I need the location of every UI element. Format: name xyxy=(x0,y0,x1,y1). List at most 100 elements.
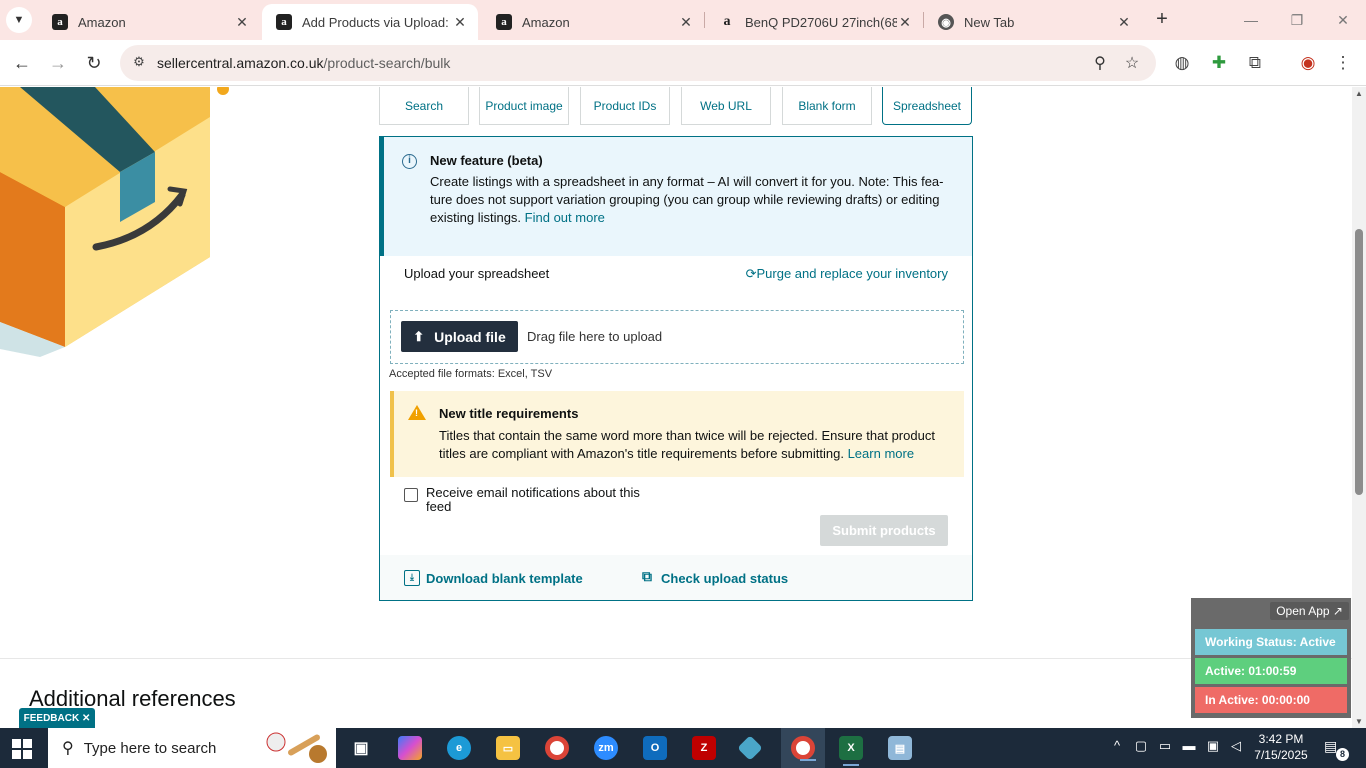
taskbar-clock[interactable]: 3:42 PM 7/15/2025 xyxy=(1248,731,1314,763)
open-app-button[interactable]: Open App ↗ xyxy=(1270,602,1349,620)
method-tab-web-url[interactable]: Web URL xyxy=(681,87,771,125)
reload-icon[interactable]: ↻ xyxy=(82,51,106,75)
tab-search-chevron-icon[interactable]: ▼ xyxy=(6,7,32,33)
submit-products-button[interactable]: Submit products xyxy=(820,515,948,546)
close-icon[interactable]: ✕ xyxy=(897,14,913,31)
amazon-icon: a xyxy=(496,14,512,30)
method-tab-search[interactable]: Search xyxy=(379,87,469,125)
scrollbar-thumb[interactable] xyxy=(1355,229,1363,495)
notes-app-icon[interactable]: ▤ xyxy=(888,736,912,760)
clock-date: 7/15/2025 xyxy=(1254,748,1308,762)
baseball-search-highlight-icon xyxy=(266,732,327,763)
window-close-icon[interactable]: ✕ xyxy=(1328,8,1358,32)
browser-tab-active[interactable]: a Add Products via Upload: Up ✕ xyxy=(262,4,478,40)
method-tab-blank-form[interactable]: Blank form xyxy=(782,87,872,125)
file-dropzone[interactable]: ⬆ Upload file Drag file here to upload xyxy=(390,310,964,364)
info-title: New feature (beta) xyxy=(430,153,543,168)
scroll-up-icon[interactable]: ▲ xyxy=(1355,89,1363,98)
method-tab-label: Blank form xyxy=(798,98,856,113)
active-time-row: Active: 01:00:59 xyxy=(1195,658,1347,684)
time-tracker-widget: Open App ↗ Working Status: Active Active… xyxy=(1191,598,1351,718)
method-tab-label: Product image xyxy=(485,98,563,113)
amazon-icon: a xyxy=(276,14,292,30)
tab-title: New Tab xyxy=(964,14,1015,30)
check-upload-status-link[interactable]: ⧉ Check upload status xyxy=(639,569,788,586)
download-template-label: Download blank template xyxy=(426,570,583,586)
accepted-formats: Accepted file formats: Excel, TSV xyxy=(389,368,553,380)
notification-center-icon[interactable]: ▤ 8 xyxy=(1324,738,1349,761)
meet-now-icon[interactable]: ▢ xyxy=(1131,738,1151,754)
purge-replace-link[interactable]: ⟳Purge and replace your inventory xyxy=(746,266,948,282)
url-text[interactable]: sellercentral.amazon.co.uk/product-searc… xyxy=(157,55,450,71)
browser-tab[interactable]: ◉ New Tab ✕ xyxy=(924,4,1142,40)
extensions-puzzle-icon[interactable]: ⧉ xyxy=(1243,51,1267,75)
translate-globe-icon[interactable]: ◍ xyxy=(1170,51,1194,75)
zoom-icon[interactable]: ⚲ xyxy=(1090,53,1110,73)
forward-arrow-icon[interactable]: → xyxy=(46,51,70,75)
info-icon: i xyxy=(402,154,417,169)
task-view-icon[interactable]: ▣ xyxy=(349,736,373,760)
filezilla-icon[interactable]: Z xyxy=(692,736,716,760)
address-bar[interactable]: ⚙ sellercentral.amazon.co.uk/product-sea… xyxy=(120,45,1156,81)
close-icon[interactable]: ✕ xyxy=(1116,14,1132,31)
method-tab-product-ids[interactable]: Product IDs xyxy=(580,87,670,125)
excel-icon[interactable]: X xyxy=(839,736,863,766)
minimize-icon[interactable]: — xyxy=(1236,8,1266,32)
app-diamond-icon[interactable] xyxy=(737,735,763,761)
more-menu-icon[interactable]: ⋮ xyxy=(1331,51,1355,75)
close-icon[interactable]: ✕ xyxy=(452,14,468,31)
profile-avatar-icon[interactable]: ◉ xyxy=(1296,51,1320,75)
upload-file-button[interactable]: ⬆ Upload file xyxy=(401,321,518,352)
warning-message: Titles that contain the same word more t… xyxy=(439,427,949,463)
show-hidden-icons-chevron-icon[interactable]: ^ xyxy=(1107,738,1127,753)
learn-more-link[interactable]: Learn more xyxy=(848,446,914,461)
battery-icon[interactable]: ▬ xyxy=(1179,738,1199,753)
outlook-icon[interactable]: O xyxy=(643,736,667,760)
back-arrow-icon[interactable]: ← xyxy=(10,51,34,75)
file-explorer-icon[interactable]: ▭ xyxy=(496,736,520,760)
download-template-link[interactable]: ⤓ Download blank template xyxy=(404,570,583,586)
warning-icon: ! xyxy=(408,405,426,420)
feedback-label: FEEDBACK xyxy=(23,712,80,724)
close-icon[interactable]: ✕ xyxy=(234,14,250,31)
edge-icon[interactable]: e xyxy=(447,736,471,760)
email-notification-label[interactable]: Receive email notifications about this f… xyxy=(426,486,656,514)
volume-muted-icon[interactable]: ◁ xyxy=(1226,738,1246,754)
bookmark-star-icon[interactable]: ☆ xyxy=(1122,53,1142,73)
chrome-icon[interactable] xyxy=(545,736,569,760)
copilot-icon[interactable] xyxy=(398,736,422,760)
working-status-row: Working Status: Active xyxy=(1195,629,1347,655)
page-scrollbar[interactable]: ▲ ▼ xyxy=(1352,87,1366,728)
new-tab-plus-icon[interactable]: + xyxy=(1150,8,1174,32)
card-footer: ⤓ Download blank template ⧉ Check upload… xyxy=(380,555,972,600)
extension-plus-icon[interactable]: ✚ xyxy=(1207,51,1231,75)
spreadsheet-upload-card: i New feature (beta) Create listings wit… xyxy=(379,136,973,601)
chrome-profile-icon[interactable] xyxy=(791,736,816,761)
method-tab-product-image[interactable]: Product image xyxy=(479,87,569,125)
email-notification-checkbox[interactable] xyxy=(404,488,418,502)
close-icon[interactable]: ✕ xyxy=(678,14,694,31)
method-tab-label: Web URL xyxy=(700,98,752,113)
display-icon[interactable]: ▭ xyxy=(1155,738,1175,754)
browser-tab[interactable]: a Amazon ✕ xyxy=(38,4,260,40)
upload-button-label: Upload file xyxy=(434,328,506,345)
zoom-app-icon[interactable]: zm xyxy=(594,736,618,760)
find-out-more-link[interactable]: Find out more xyxy=(525,210,605,225)
info-message-text: Create listings with a spreadsheet in an… xyxy=(430,174,944,225)
address-toolbar: ← → ↻ ⚙ sellercentral.amazon.co.uk/produ… xyxy=(0,40,1366,86)
feedback-tab[interactable]: FEEDBACK ✕ xyxy=(19,708,95,728)
section-divider xyxy=(0,658,1352,659)
taskbar-search[interactable]: ⚲ Type here to search xyxy=(48,728,336,768)
browser-tab[interactable]: a Amazon ✕ xyxy=(482,4,704,40)
windows-start-icon[interactable] xyxy=(12,739,32,759)
network-icon[interactable]: ▣ xyxy=(1203,738,1223,754)
beta-info-alert: i New feature (beta) Create listings wit… xyxy=(380,137,972,256)
close-icon[interactable]: ✕ xyxy=(82,713,90,724)
inactive-time-row: In Active: 00:00:00 xyxy=(1195,687,1347,713)
restore-icon[interactable]: ❐ xyxy=(1282,8,1312,32)
site-settings-icon[interactable]: ⚙ xyxy=(130,54,148,72)
browser-tab[interactable]: a BenQ PD2706U 27inch(68cm ✕ xyxy=(705,4,923,40)
tab-title: Amazon xyxy=(522,14,570,30)
method-tab-spreadsheet[interactable]: Spreadsheet xyxy=(882,87,972,125)
scroll-down-icon[interactable]: ▼ xyxy=(1355,717,1363,726)
